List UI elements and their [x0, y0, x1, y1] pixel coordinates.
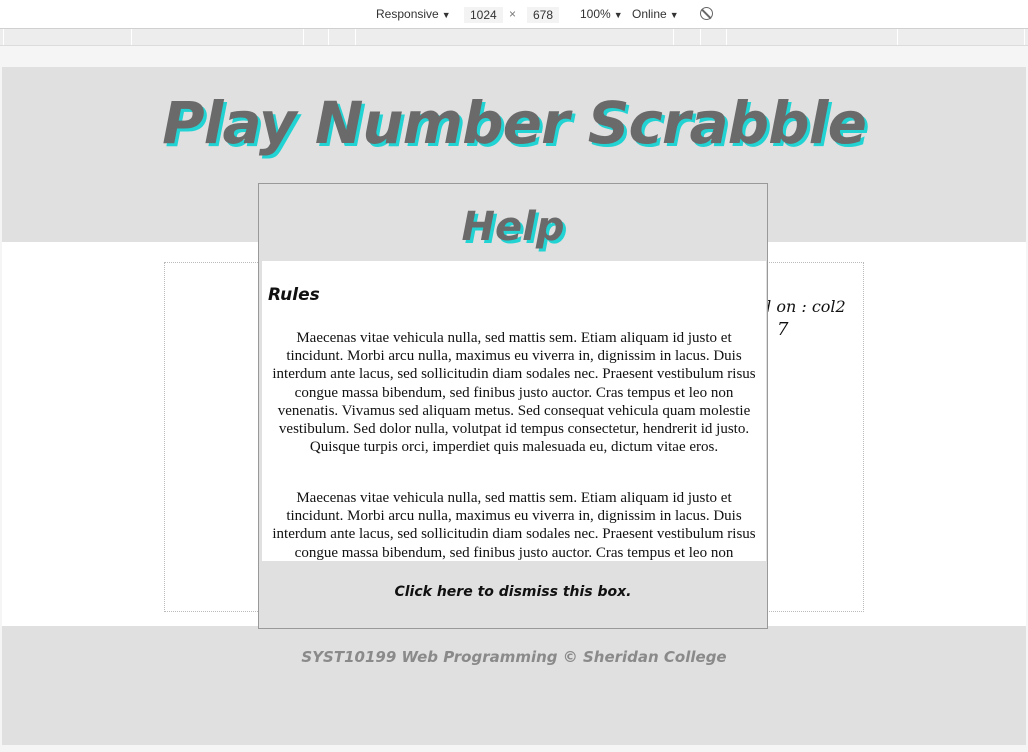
caret-down-icon: ▼: [613, 10, 623, 20]
width-input[interactable]: 1024: [464, 7, 503, 23]
rules-paragraph: Maecenas vitae vehicula nulla, sed matti…: [272, 490, 756, 561]
help-dialog: Help Rules Maecenas vitae vehicula nulla…: [258, 183, 768, 629]
media-query-segment[interactable]: [131, 29, 132, 45]
media-query-segment[interactable]: [303, 29, 304, 45]
media-query-segment[interactable]: [3, 29, 4, 45]
help-content[interactable]: Rules Maecenas vitae vehicula nulla, sed…: [262, 261, 766, 561]
network-select[interactable]: Online ▼: [632, 7, 679, 21]
site-footer: SYST10199 Web Programming © Sheridan Col…: [2, 626, 1026, 745]
rules-heading: Rules: [268, 285, 320, 305]
media-query-segment[interactable]: [673, 29, 674, 45]
device-select[interactable]: Responsive ▼: [376, 7, 451, 21]
media-query-bar: [0, 29, 1028, 46]
rotate-icon[interactable]: [700, 7, 713, 20]
media-query-segment[interactable]: [1024, 29, 1025, 45]
media-query-segment[interactable]: [700, 29, 701, 45]
zoom-label: 100%: [580, 7, 611, 21]
status-text: d on : col2: [761, 297, 846, 316]
network-label: Online: [632, 7, 667, 21]
times-separator: ×: [509, 7, 517, 21]
footer-copyright: SYST10199 Web Programming © Sheridan Col…: [301, 648, 727, 666]
rules-paragraph: Maecenas vitae vehicula nulla, sed matti…: [272, 330, 756, 456]
status-value: 7: [777, 319, 789, 340]
device-label: Responsive: [376, 7, 439, 21]
dismiss-link[interactable]: Click here to dismiss this box.: [259, 584, 767, 600]
media-query-segment[interactable]: [328, 29, 329, 45]
media-query-segment[interactable]: [726, 29, 727, 45]
page-title: Play Number Scrabble: [162, 89, 867, 157]
help-title: Help: [461, 204, 565, 250]
caret-down-icon: ▼: [441, 10, 451, 20]
zoom-select[interactable]: 100% ▼: [580, 7, 623, 21]
devtools-toolbar: Responsive ▼ 1024 × 678 100% ▼ Online ▼: [0, 0, 1028, 29]
caret-down-icon: ▼: [669, 10, 679, 20]
height-input[interactable]: 678: [527, 7, 560, 23]
media-query-segment[interactable]: [897, 29, 898, 45]
media-query-segment[interactable]: [355, 29, 356, 45]
